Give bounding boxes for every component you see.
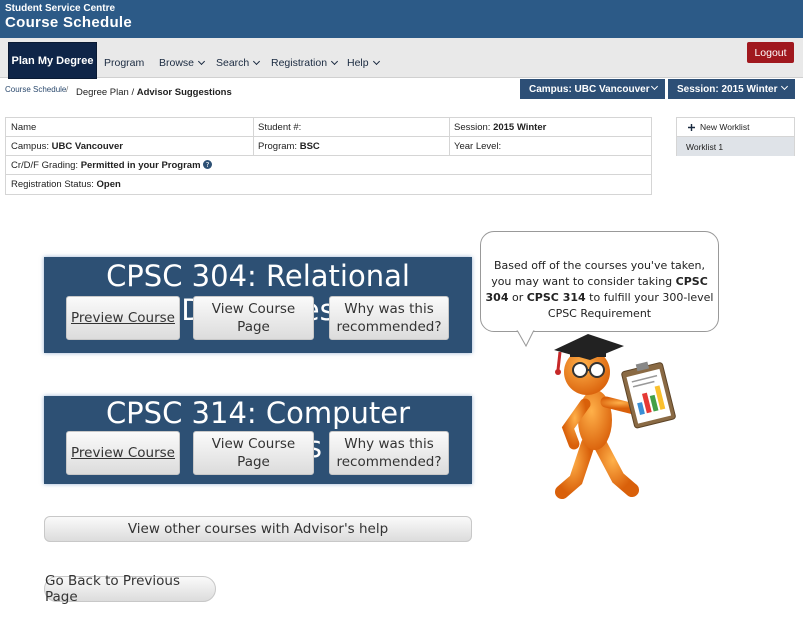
why-line-2: recommended? — [336, 319, 442, 335]
course-card: CPSC 314: Computer Graphics Preview Cour… — [44, 396, 472, 484]
menu-help-label: Help — [347, 57, 369, 69]
grading-info: Cr/D/F Grading: Permitted in your Progra… — [11, 160, 213, 171]
session-value: 2015 Winter — [493, 122, 547, 133]
help-icon[interactable]: ? — [203, 160, 213, 169]
menu-registration[interactable]: Registration — [271, 57, 339, 69]
registration-label: Registration Status: — [11, 179, 94, 190]
grading-value: Permitted in your Program — [80, 160, 201, 171]
chevron-down-icon — [253, 57, 261, 66]
menu-registration-label: Registration — [271, 57, 328, 69]
cell-divider — [449, 137, 450, 155]
info-row: Cr/D/F Grading: Permitted in your Progra… — [6, 156, 651, 175]
menu-search-label: Search — [216, 57, 250, 69]
bubble-tail-icon — [516, 330, 535, 348]
why-line-2: recommended? — [336, 454, 442, 470]
name-label: Name — [11, 122, 37, 133]
chevron-down-icon — [650, 82, 659, 91]
session-info: Session: 2015 Winter — [454, 122, 546, 133]
menu-browse-label: Browse — [159, 57, 195, 69]
breadcrumb-path: Degree Plan / — [76, 87, 137, 98]
preview-course-button[interactable]: Preview Course — [66, 296, 180, 340]
app-header: Student Service Centre Course Schedule — [0, 0, 803, 38]
menu-program[interactable]: Program — [104, 57, 144, 69]
breadcrumb: Degree Plan / Advisor Suggestions — [76, 87, 232, 98]
why-line-1: Why was this — [344, 436, 434, 452]
worklist-item[interactable]: Worklist 1 — [677, 137, 794, 156]
plus-icon — [688, 123, 695, 131]
advisor-help-button[interactable]: View other courses with Advisor's help — [44, 516, 472, 542]
program-value: BSC — [299, 141, 320, 152]
view-course-page-button[interactable]: View Course Page — [193, 296, 314, 340]
grading-label: Cr/D/F Grading: — [11, 160, 79, 171]
menu-browse[interactable]: Browse — [159, 57, 206, 69]
program-label: Program: — [258, 141, 298, 152]
session-select[interactable]: Session: 2015 Winter — [668, 79, 795, 99]
cell-divider — [449, 118, 450, 136]
view-course-page-button[interactable]: View Course Page — [193, 431, 314, 475]
student-info-table: Name Student #: Session: 2015 Winter Cam… — [5, 117, 652, 195]
bubble-text: Based off of the courses you've taken, y… — [491, 259, 705, 288]
new-worklist-button[interactable]: New Worklist — [677, 118, 794, 137]
chevron-down-icon — [330, 57, 339, 66]
campus-label: Campus: — [11, 141, 50, 152]
registration-status: Registration Status: Open — [11, 179, 121, 190]
why-line-1: Why was this — [344, 301, 434, 317]
campus-select-value: Campus: UBC Vancouver — [529, 83, 650, 95]
menu-help[interactable]: Help — [347, 57, 380, 69]
bubble-course-2: CPSC 314 — [526, 291, 586, 304]
bubble-text: or — [508, 291, 527, 304]
menu-search[interactable]: Search — [216, 57, 261, 69]
preview-course-label: Preview Course — [71, 445, 175, 461]
year-level-label: Year Level: — [454, 141, 502, 152]
worklist-panel: New Worklist Worklist 1 — [676, 117, 795, 156]
preview-course-button[interactable]: Preview Course — [66, 431, 180, 475]
cell-divider — [253, 137, 254, 155]
preview-course-label: Preview Course — [71, 310, 175, 326]
go-back-button[interactable]: Go Back to Previous Page — [44, 573, 216, 605]
cell-divider — [253, 118, 254, 136]
logout-button[interactable]: Logout — [747, 42, 794, 63]
breadcrumb-current: Advisor Suggestions — [136, 87, 232, 98]
new-worklist-label: New Worklist — [700, 122, 750, 132]
chevron-down-icon — [780, 82, 789, 91]
chevron-down-icon — [197, 57, 206, 66]
breadcrumb-separator: / — [66, 85, 69, 94]
info-row: Registration Status: Open — [6, 175, 651, 194]
org-name: Student Service Centre — [5, 3, 116, 14]
course-card: CPSC 304: Relational Databases Preview C… — [44, 257, 472, 353]
nav-bar: Plan My Degree Program Browse Search Reg… — [0, 38, 803, 79]
graduate-mascot-icon — [554, 334, 676, 499]
campus-select[interactable]: Campus: UBC Vancouver — [520, 79, 665, 99]
why-recommended-button[interactable]: Why was this recommended? — [329, 296, 449, 340]
campus-info: Campus: UBC Vancouver — [11, 141, 123, 152]
session-select-value: Session: 2015 Winter — [677, 83, 778, 95]
why-recommended-button[interactable]: Why was this recommended? — [329, 431, 449, 475]
breadcrumb-home[interactable]: Course Schedule — [5, 85, 66, 94]
info-row: Campus: UBC Vancouver Program: BSC Year … — [6, 137, 651, 156]
advisor-speech-bubble: Based off of the courses you've taken, y… — [480, 231, 719, 332]
registration-value: Open — [96, 179, 121, 190]
campus-value: UBC Vancouver — [51, 141, 123, 152]
session-label: Session: — [454, 122, 491, 133]
menu-program-label: Program — [104, 57, 145, 69]
info-row: Name Student #: Session: 2015 Winter — [6, 118, 651, 137]
program-info: Program: BSC — [258, 141, 320, 152]
chevron-down-icon — [372, 57, 380, 66]
student-number-label: Student #: — [258, 122, 302, 133]
plan-my-degree-button[interactable]: Plan My Degree — [8, 42, 97, 79]
app-title: Course Schedule — [5, 14, 133, 31]
svg-text:?: ? — [206, 160, 210, 169]
